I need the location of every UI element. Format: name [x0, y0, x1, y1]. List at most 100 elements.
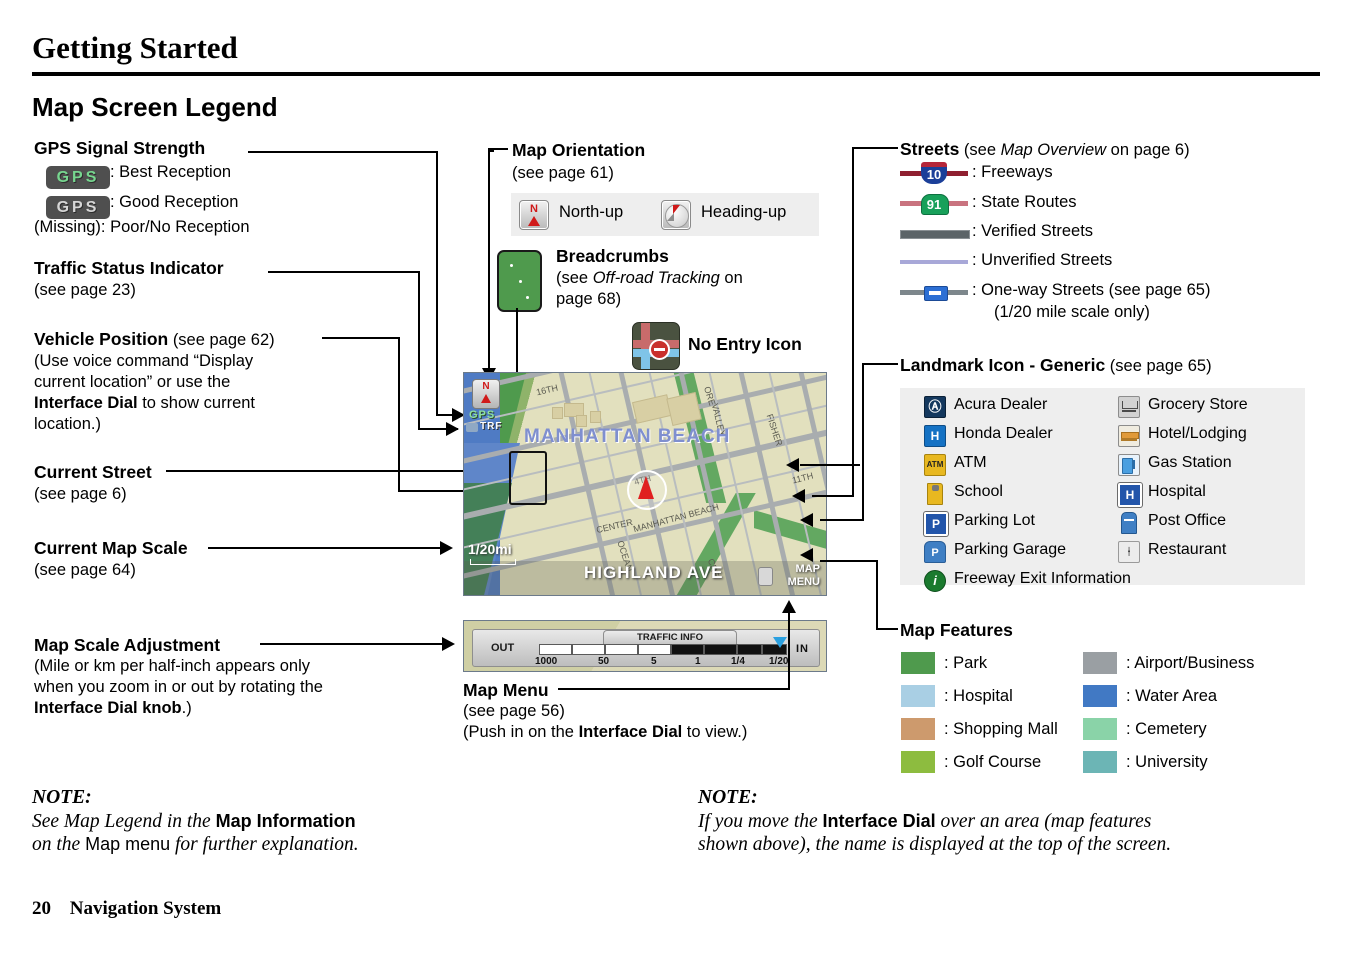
map-current-street: HIGHLAND AVE: [584, 563, 724, 582]
note-right-l1a: If you move the: [698, 810, 823, 832]
streets-title-b: on page 6): [1106, 141, 1190, 159]
one-way-sub-label: (1/20 mile scale only): [994, 303, 1150, 321]
breadcrumb-dot: [510, 264, 513, 267]
note-left-l1a: See Map Legend in the: [32, 810, 216, 832]
note-left: NOTE: See Map Legend in the Map Informat…: [32, 786, 359, 857]
heading-up-icon: [661, 200, 691, 230]
interface-dial-emphasis: Interface Dial: [34, 394, 138, 412]
map-feature-swatch-university: [1083, 751, 1117, 773]
vehicle-position-line3-rest: to show current: [137, 394, 256, 412]
map-menu-title: Map Menu: [463, 680, 549, 700]
scale-segment: [737, 644, 762, 655]
map-menu-line2: (Push in on the Interface Dial to view.): [463, 722, 747, 743]
leader-traffic-arrow: [446, 422, 459, 436]
leader-streets-v: [852, 147, 854, 497]
gps-good-icon: GPS: [46, 196, 110, 219]
landmark-label: Post Office: [1148, 512, 1226, 529]
leader-mapmenu-h: [558, 688, 790, 690]
landmark-title-sub: (see page 65): [1105, 357, 1212, 375]
landmark-label: Grocery Store: [1148, 396, 1248, 413]
unverified-street-symbol: [900, 251, 968, 273]
verified-street-line: [900, 230, 970, 239]
leader-vp-v: [398, 337, 400, 492]
map-scale-adjustment-line2: when you zoom in or out by rotating the: [34, 678, 323, 696]
traffic-info-label: TRAFFIC INFO: [637, 632, 703, 643]
scale-tick-active: 1/20: [769, 656, 789, 667]
breadcrumbs-title: Breadcrumbs: [556, 246, 669, 266]
leader-traffic-h: [268, 271, 420, 273]
note-left-menu: menu: [120, 834, 171, 854]
scale-segment: [572, 644, 605, 655]
shield-number: 91: [926, 197, 942, 212]
vehicle-position-line1: (Use voice command “Display: [34, 352, 254, 370]
leader-streets-arrow: [792, 489, 805, 503]
page-title: Getting Started: [32, 30, 238, 65]
hospital-icon: H: [1118, 483, 1142, 507]
vehicle-position-title-row: Vehicle Position (see page 62): [34, 329, 275, 351]
map-traffic-indicator: TRF: [480, 421, 503, 432]
map-feature-label-hospital: : Hospital: [944, 687, 1013, 705]
note-left-l2d: for further explanation.: [170, 834, 359, 855]
map-menu-line1: MAP: [795, 563, 820, 575]
leader-gps-v: [436, 151, 438, 416]
map-traffic-chip: [466, 423, 478, 432]
hotel-lodging-icon: [1118, 425, 1140, 447]
map-menu-line2: MENU: [787, 576, 820, 588]
map-screenshot[interactable]: 16TH ORE VALLEY FISHER 11TH CENTER MANHA…: [463, 372, 827, 596]
state-route-symbol: 91: [900, 192, 968, 215]
streets-title-row: Streets (see Map Overview on page 6): [900, 139, 1190, 161]
map-north-up-icon[interactable]: N: [472, 379, 500, 409]
map-scale-bar: [470, 559, 516, 565]
one-way-streets-label: : One-way Streets (see page 65): [972, 281, 1211, 299]
post-office-icon: [1121, 512, 1137, 534]
parking-garage-icon: P: [924, 541, 946, 563]
north-up-label: North-up: [559, 203, 624, 221]
map-overview-ref: Map Overview: [1000, 141, 1107, 159]
map-features-title: Map Features: [900, 620, 1013, 640]
zoom-in-label[interactable]: IN: [796, 643, 809, 655]
leader-streets-h2: [812, 495, 854, 497]
zoom-out-label[interactable]: OUT: [491, 642, 514, 654]
note-left-heading: NOTE:: [32, 787, 92, 808]
map-feature-label-university: : University: [1126, 753, 1208, 771]
school-icon: [927, 483, 943, 505]
no-entry-bar: [654, 347, 665, 351]
map-menu-button[interactable]: MAP MENU: [756, 561, 822, 593]
footer-page-number: 20: [32, 898, 51, 919]
landmark-label: School: [954, 483, 1003, 500]
map-feature-swatch-cemetery: [1083, 718, 1117, 740]
leader-features-arrow: [800, 548, 813, 562]
one-way-arrow-icon: [924, 286, 948, 301]
breadcrumb-dot: [526, 296, 529, 299]
gps-best-label: : Best Reception: [110, 163, 232, 181]
gps-signal-strength-title: GPS Signal Strength: [34, 138, 206, 158]
map-scale-adjustment-bar[interactable]: TRAFFIC INFO OUT 1000 50 5 1 1/4 1/20 IN: [463, 620, 827, 672]
vehicle-position-line3: Interface Dial to show current: [34, 393, 255, 414]
leader-msa-h: [260, 643, 446, 645]
note-left-l2a: on the: [32, 834, 86, 855]
breadcrumbs-line1-b: on: [719, 269, 743, 287]
leader-mapmenu-arrow: [782, 600, 796, 613]
traffic-info-tab[interactable]: TRAFFIC INFO: [603, 630, 737, 644]
note-right-heading: NOTE:: [698, 787, 758, 808]
north-up-icon: N: [519, 200, 549, 230]
landmark-title-row: Landmark Icon - Generic (see page 65): [900, 355, 1212, 377]
traffic-status-indicator-title: Traffic Status Indicator: [34, 258, 224, 278]
scale-segment: [671, 644, 704, 655]
landmark-label: Hospital: [1148, 483, 1206, 500]
map-scale-adjustment-title: Map Scale Adjustment: [34, 635, 221, 655]
map-gps-indicator: GPS: [469, 409, 496, 421]
unverified-streets-label: : Unverified Streets: [972, 251, 1113, 269]
verified-streets-label: : Verified Streets: [972, 222, 1094, 240]
shield-number: 10: [926, 167, 942, 182]
state-routes-label: : State Routes: [972, 193, 1077, 211]
freeway-symbol: 10: [900, 162, 968, 184]
atm-icon: ATM: [924, 454, 946, 476]
leader-traffic-v: [418, 271, 420, 430]
compass-needle-red: [673, 205, 680, 214]
north-arrow-glyph: [528, 216, 540, 226]
leader-features-h: [876, 628, 898, 630]
note-right-l1c: over an area (map features: [935, 810, 1152, 832]
interstate-shield-icon: 10: [921, 162, 947, 184]
map-feature-swatch-golf-course: [901, 751, 935, 773]
